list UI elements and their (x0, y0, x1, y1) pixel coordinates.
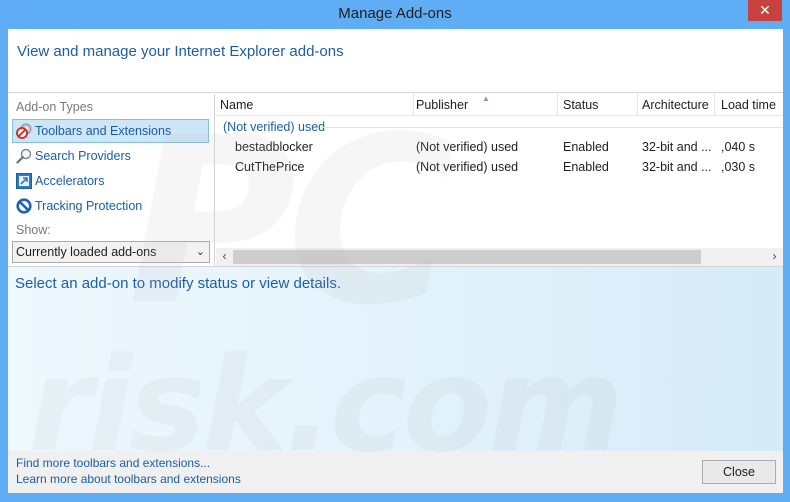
cell-publisher: (Not verified) used (416, 160, 519, 174)
column-header-status[interactable]: Status (563, 98, 598, 112)
dialog-footer: Find more toolbars and extensions... Lea… (8, 451, 783, 493)
cell-name: bestadblocker (235, 140, 313, 154)
cell-publisher: (Not verified) used (416, 140, 519, 154)
show-filter-dropdown[interactable]: Currently loaded add-ons ⌄ (12, 241, 210, 263)
column-header-load-time[interactable]: Load time (721, 98, 776, 112)
no-entry-icon (16, 198, 32, 214)
details-pane: Select an add-on to modify status or vie… (8, 266, 783, 451)
scrollbar-thumb[interactable] (233, 250, 701, 264)
group-header: (Not verified) used (223, 120, 326, 134)
sidebar-item-tracking-protection[interactable]: Tracking Protection (12, 194, 209, 218)
sidebar-item-label: Toolbars and Extensions (35, 124, 172, 138)
show-filter-value: Currently loaded add-ons (16, 245, 157, 259)
sidebar-item-search-providers[interactable]: Search Providers (12, 144, 209, 168)
cell-load-time: ,030 s (721, 160, 756, 174)
window-title: Manage Add-ons (338, 5, 452, 22)
sidebar-item-toolbars-extensions[interactable]: Toolbars and Extensions (12, 119, 209, 143)
close-button[interactable]: Close (702, 460, 776, 484)
title-bar[interactable]: Manage Add-ons ✕ (0, 0, 790, 28)
table-row[interactable]: bestadblocker (Not verified) used Enable… (216, 138, 783, 158)
dialog-header: View and manage your Internet Explorer a… (8, 29, 783, 93)
group-divider (320, 127, 783, 128)
list-header: Name Publisher ▲ Status Architecture Loa… (216, 94, 783, 116)
horizontal-scrollbar[interactable]: ‹ › (216, 248, 783, 266)
column-header-name[interactable]: Name (220, 98, 253, 112)
chevron-down-icon: ⌄ (195, 246, 205, 258)
dialog-client-area: View and manage your Internet Explorer a… (8, 29, 783, 493)
sidebar-item-accelerators[interactable]: Accelerators (12, 169, 209, 193)
details-prompt: Select an add-on to modify status or vie… (15, 275, 342, 292)
column-header-publisher[interactable]: Publisher (416, 98, 468, 112)
table-row[interactable]: CutThePrice (Not verified) used Enabled … (216, 158, 783, 178)
cell-architecture: 32-bit and ... (642, 160, 712, 174)
column-divider[interactable] (557, 94, 558, 116)
cell-status: Enabled (563, 160, 609, 174)
cell-load-time: ,040 s (721, 140, 756, 154)
addons-list: Name Publisher ▲ Status Architecture Loa… (216, 94, 783, 266)
sort-ascending-icon: ▲ (482, 94, 490, 103)
column-header-architecture[interactable]: Architecture (642, 98, 709, 112)
manage-addons-window: Manage Add-ons ✕ View and manage your In… (0, 0, 790, 502)
cell-name: CutThePrice (235, 160, 305, 174)
sidebar-item-label: Accelerators (35, 174, 105, 188)
addon-types-label: Add-on Types (16, 100, 93, 114)
column-divider[interactable] (637, 94, 638, 116)
window-close-button[interactable]: ✕ (748, 0, 782, 21)
column-divider[interactable] (413, 94, 414, 116)
addon-types-sidebar: Add-on Types Toolbars and Extensions Sea… (8, 94, 215, 266)
header-text: View and manage your Internet Explorer a… (17, 43, 344, 60)
scroll-right-button[interactable]: › (766, 248, 783, 266)
find-more-toolbars-link[interactable]: Find more toolbars and extensions... (16, 456, 210, 470)
magnifier-icon (16, 148, 32, 164)
sidebar-item-label: Search Providers (35, 149, 131, 163)
learn-more-toolbars-link[interactable]: Learn more about toolbars and extensions (16, 472, 241, 486)
gear-block-icon (16, 123, 32, 139)
column-divider[interactable] (714, 94, 715, 116)
cell-status: Enabled (563, 140, 609, 154)
sidebar-item-label: Tracking Protection (35, 199, 143, 213)
cell-architecture: 32-bit and ... (642, 140, 712, 154)
accelerator-arrow-icon (16, 173, 32, 189)
show-label: Show: (16, 223, 51, 237)
scroll-left-button[interactable]: ‹ (216, 248, 233, 266)
